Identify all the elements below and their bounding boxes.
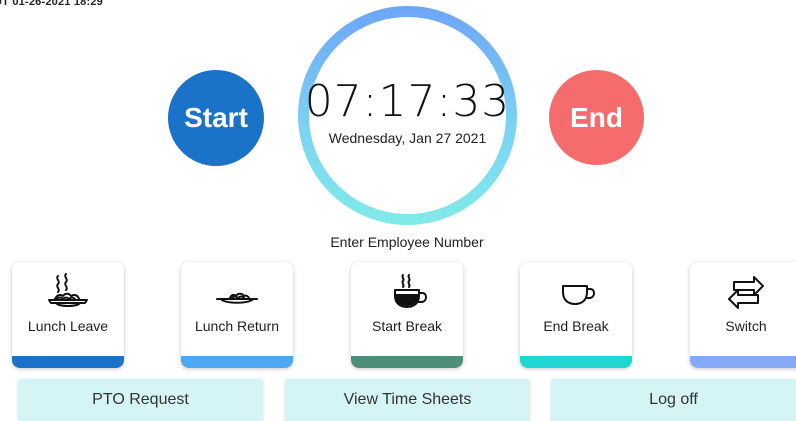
start-button[interactable]: Start <box>168 70 264 166</box>
steaming-noodle-bowl-icon <box>12 270 124 314</box>
start-break-color-bar <box>351 356 463 368</box>
lunch-return-color-bar <box>181 356 293 368</box>
steaming-cup-icon <box>351 270 463 314</box>
time-clock-screen: UT 01-26-2021 18:29 Start 07:17:33 Wedne… <box>0 0 796 421</box>
clock-face: 07:17:33 Wednesday, Jan 27 2021 <box>305 17 509 214</box>
clock-date: Wednesday, Jan 27 2021 <box>328 129 487 146</box>
pto-request-button[interactable]: PTO Request <box>18 379 263 421</box>
swap-arrows-icon <box>690 270 796 314</box>
switch-card[interactable]: Switch <box>690 262 796 368</box>
switch-label: Switch <box>725 318 767 334</box>
end-button[interactable]: End <box>549 70 644 165</box>
start-break-card[interactable]: Start Break <box>351 262 463 368</box>
last-punch-status: UT 01-26-2021 18:29 <box>0 0 103 8</box>
empty-cup-icon <box>520 270 632 314</box>
clock-time: 07:17:33 <box>304 75 511 127</box>
log-off-button[interactable]: Log off <box>551 379 796 421</box>
view-time-sheets-label: View Time Sheets <box>343 391 472 408</box>
start-button-label: Start <box>184 102 248 133</box>
end-break-color-bar <box>520 356 632 368</box>
lunch-return-label: Lunch Return <box>194 318 280 334</box>
end-break-label: End Break <box>543 318 609 334</box>
noodle-plate-icon <box>181 270 293 314</box>
lunch-leave-label: Lunch Leave <box>27 318 109 334</box>
employee-number-prompt: Enter Employee Number <box>330 234 484 250</box>
log-off-label: Log off <box>649 391 698 408</box>
end-button-label: End <box>570 101 623 133</box>
switch-color-bar <box>690 356 796 368</box>
clock-dial: 07:17:33 Wednesday, Jan 27 2021 <box>298 6 517 225</box>
lunch-leave-color-bar <box>12 356 124 368</box>
pto-request-label: PTO Request <box>92 391 189 408</box>
view-time-sheets-button[interactable]: View Time Sheets <box>285 379 530 421</box>
end-break-card[interactable]: End Break <box>520 262 632 368</box>
lunch-return-card[interactable]: Lunch Return <box>181 262 293 368</box>
lunch-leave-card[interactable]: Lunch Leave <box>12 262 124 368</box>
start-break-label: Start Break <box>371 318 443 334</box>
